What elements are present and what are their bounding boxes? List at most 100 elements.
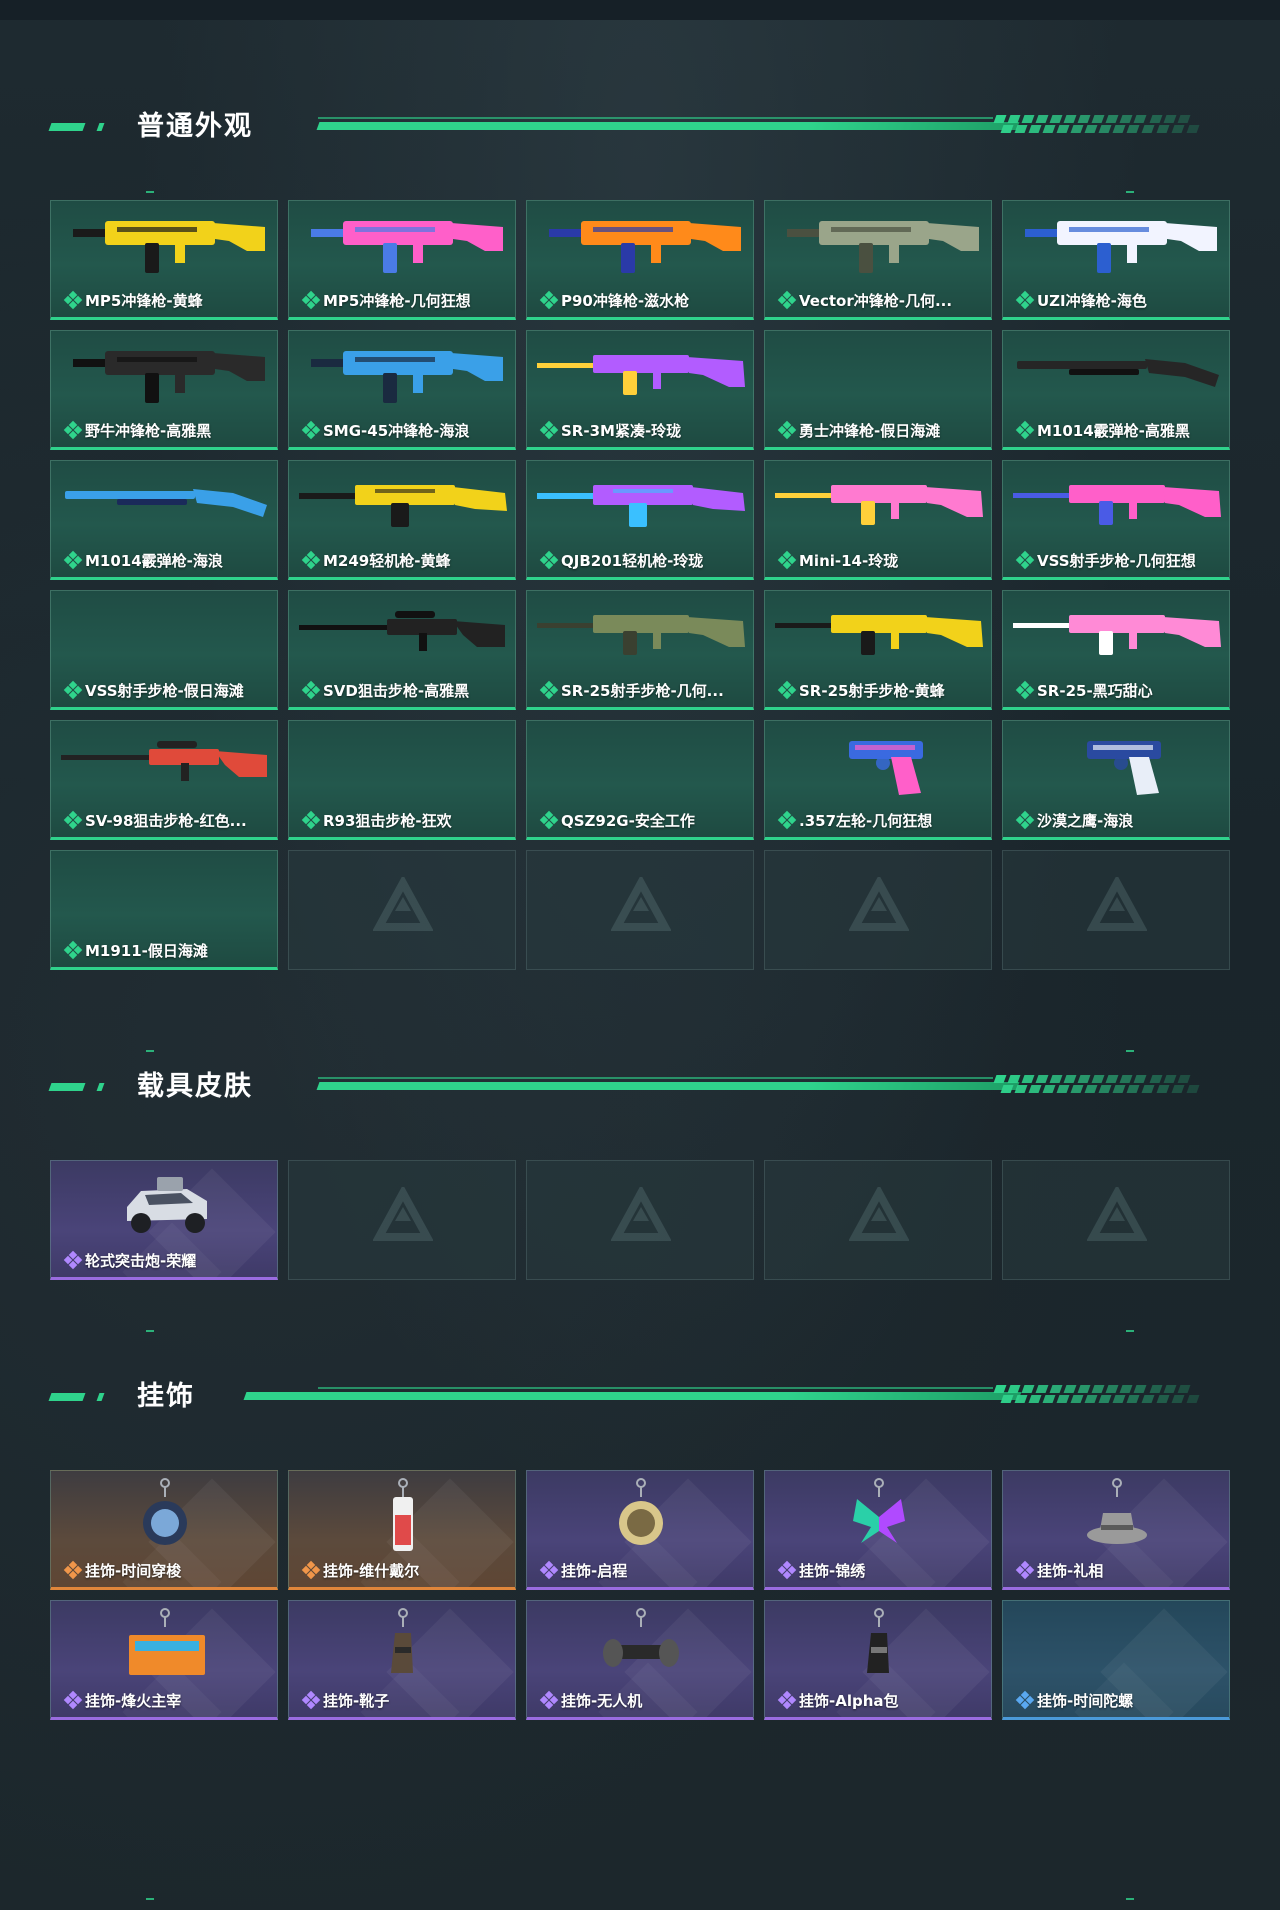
lmg-icon	[537, 485, 745, 527]
item-name: SR-3M紧凑-玲珑	[561, 422, 682, 440]
placeholder-logo-icon	[373, 1187, 433, 1241]
item-name: SR-25射手步枪-黄蜂	[799, 682, 945, 700]
empty-slot	[526, 850, 754, 970]
corner-marker	[146, 191, 154, 193]
weapon-skin-card[interactable]: Mini-14-玲珑	[764, 460, 992, 580]
placeholder-logo-icon	[373, 877, 433, 931]
weapon-skin-card[interactable]: SR-25射手步枪-黄蜂	[764, 590, 992, 710]
rarity-diamond-icon	[777, 550, 797, 570]
header-accent	[96, 1393, 105, 1401]
rarity-diamond-icon	[301, 550, 321, 570]
header-checker	[993, 115, 1200, 133]
header-accent	[48, 1393, 86, 1401]
smg-icon	[1025, 221, 1217, 273]
section-title: 挂饰	[137, 1381, 195, 1412]
weapon-skin-card[interactable]: SR-3M紧凑-玲珑	[526, 330, 754, 450]
weapon-skin-card[interactable]: SR-25-黑巧甜心	[1002, 590, 1230, 710]
rarity-diamond-icon	[539, 1560, 559, 1580]
rifle-icon	[1013, 615, 1221, 655]
charm-card[interactable]: 挂饰-礼相	[1002, 1470, 1230, 1590]
bag-charm-icon	[867, 1608, 889, 1673]
item-name: 沙漠之鹰-海浪	[1037, 812, 1134, 830]
lmg-icon	[299, 485, 507, 527]
rarity-diamond-icon	[539, 550, 559, 570]
rarity-diamond-icon	[63, 1690, 83, 1710]
weapon-skin-card[interactable]: M249轻机枪-黄蜂	[288, 460, 516, 580]
smg-icon	[549, 221, 741, 273]
weapon-skin-card[interactable]: .357左轮-几何狂想	[764, 720, 992, 840]
charm-card[interactable]: 挂饰-Alpha包	[764, 1600, 992, 1720]
weapon-skin-card[interactable]: SMG-45冲锋枪-海浪	[288, 330, 516, 450]
empty-slot	[1002, 1160, 1230, 1280]
rifle-icon	[775, 615, 983, 655]
weapon-skin-card[interactable]: M1014霰弹枪-海浪	[50, 460, 278, 580]
empty-slot	[288, 1160, 516, 1280]
corner-marker	[146, 1050, 154, 1052]
vehicle-skin-card[interactable]: 轮式突击炮-荣耀	[50, 1160, 278, 1280]
section-title: 载具皮肤	[137, 1071, 253, 1102]
clock-charm-icon	[143, 1478, 187, 1545]
charm-card[interactable]: 挂饰-无人机	[526, 1600, 754, 1720]
placeholder-logo-icon	[849, 877, 909, 931]
charm-card[interactable]: 挂饰-时间陀螺	[1002, 1600, 1230, 1720]
rarity-diamond-icon	[777, 420, 797, 440]
charm-grid: 挂饰-时间穿梭 挂饰-维什戴尔 挂饰-启程 挂饰-锦绣 挂饰-礼相挂饰-烽火主宰 挂饰-靴…	[50, 1470, 1230, 1720]
item-name: 野牛冲锋枪-高雅黑	[85, 422, 212, 440]
weapon-skin-card[interactable]: R93狙击步枪-狂欢	[288, 720, 516, 840]
charm-card[interactable]: 挂饰-时间穿梭	[50, 1470, 278, 1590]
item-name: 挂饰-Alpha包	[799, 1692, 899, 1710]
weapon-skin-card[interactable]: QJB201轻机枪-玲珑	[526, 460, 754, 580]
charm-card[interactable]: 挂饰-锦绣	[764, 1470, 992, 1590]
weapon-skin-card[interactable]: QSZ92G-安全工作	[526, 720, 754, 840]
weapon-skin-card[interactable]: 勇士冲锋枪-假日海滩	[764, 330, 992, 450]
item-name: MP5冲锋枪-黄蜂	[85, 292, 203, 310]
rarity-diamond-icon	[777, 290, 797, 310]
rarity-diamond-icon	[777, 810, 797, 830]
item-name: P90冲锋枪-滋水枪	[561, 292, 690, 310]
emblem-charm-icon	[619, 1478, 663, 1545]
vehicle-skins-section: 载具皮肤 轮式突击炮-荣耀	[0, 1050, 1280, 1307]
charm-card[interactable]: 挂饰-烽火主宰	[50, 1600, 278, 1720]
item-name: SMG-45冲锋枪-海浪	[323, 422, 470, 440]
placeholder-logo-icon	[1087, 1187, 1147, 1241]
rarity-diamond-icon	[539, 290, 559, 310]
rarity-diamond-icon	[777, 1690, 797, 1710]
weapon-skin-card[interactable]: 沙漠之鹰-海浪	[1002, 720, 1230, 840]
charm-card[interactable]: 挂饰-启程	[526, 1470, 754, 1590]
weapon-skin-card[interactable]: VSS射手步枪-几何狂想	[1002, 460, 1230, 580]
item-name: VSS射手步枪-几何狂想	[1037, 552, 1196, 570]
section-header: 载具皮肤	[0, 1067, 1280, 1107]
smg-icon	[311, 221, 503, 273]
weapon-skin-card[interactable]: UZI冲锋枪-海色	[1002, 200, 1230, 320]
weapon-skin-card[interactable]: M1014霰弹枪-高雅黑	[1002, 330, 1230, 450]
weapon-skin-card[interactable]: VSS射手步枪-假日海滩	[50, 590, 278, 710]
weapon-skin-card[interactable]: M1911-假日海滩	[50, 850, 278, 970]
placeholder-logo-icon	[611, 877, 671, 931]
weapon-skin-card[interactable]: SVD狙击步枪-高雅黑	[288, 590, 516, 710]
item-name: M1014霰弹枪-海浪	[85, 552, 223, 570]
header-line	[318, 1387, 993, 1389]
placeholder-logo-icon	[849, 1187, 909, 1241]
rarity-diamond-icon	[1015, 1560, 1035, 1580]
item-name: 挂饰-礼相	[1037, 1562, 1104, 1580]
weapon-skin-card[interactable]: Vector冲锋枪-几何...	[764, 200, 992, 320]
charm-card[interactable]: 挂饰-维什戴尔	[288, 1470, 516, 1590]
item-name: M1911-假日海滩	[85, 942, 208, 960]
weapon-skin-card[interactable]: MP5冲锋枪-黄蜂	[50, 200, 278, 320]
weapon-skin-card[interactable]: MP5冲锋枪-几何狂想	[288, 200, 516, 320]
section-header: 挂饰	[0, 1377, 1280, 1417]
placeholder-logo-icon	[611, 1187, 671, 1241]
weapon-skin-card[interactable]: 野牛冲锋枪-高雅黑	[50, 330, 278, 450]
item-name: SR-25射手步枪-几何...	[561, 682, 724, 700]
weapon-skin-card[interactable]: SV-98狙击步枪-红色...	[50, 720, 278, 840]
section-title: 普通外观	[137, 111, 253, 142]
item-name: SR-25-黑巧甜心	[1037, 682, 1153, 700]
weapon-skin-card[interactable]: SR-25射手步枪-几何...	[526, 590, 754, 710]
corner-marker	[146, 1330, 154, 1332]
item-name: M1014霰弹枪-高雅黑	[1037, 422, 1190, 440]
weapon-skin-card[interactable]: P90冲锋枪-滋水枪	[526, 200, 754, 320]
item-name: Vector冲锋枪-几何...	[799, 292, 953, 310]
hat-charm-icon	[1087, 1478, 1147, 1544]
empty-slot	[764, 1160, 992, 1280]
charm-card[interactable]: 挂饰-靴子	[288, 1600, 516, 1720]
